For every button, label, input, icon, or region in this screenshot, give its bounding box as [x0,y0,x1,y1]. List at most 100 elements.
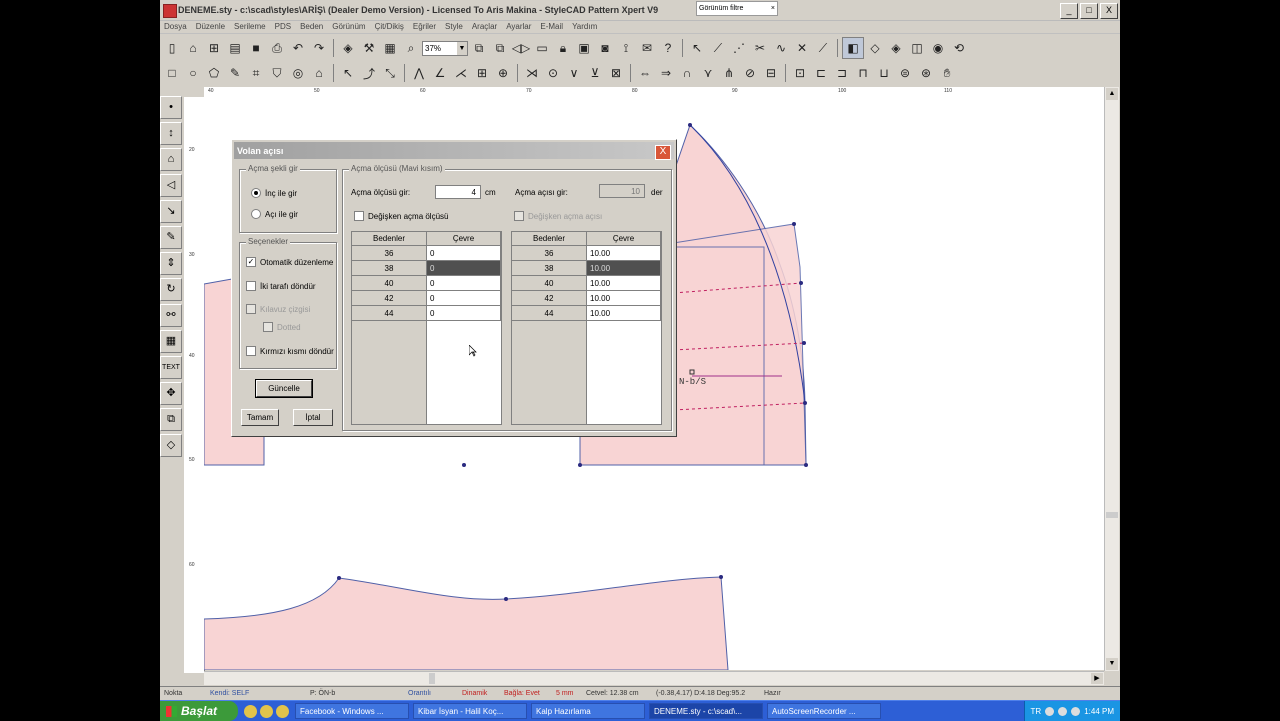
line-cut-icon[interactable]: ✂ [750,38,770,58]
measure-piece-icon[interactable]: ⊜ [895,63,915,83]
scroll-right-icon[interactable]: ▶ [1091,673,1103,684]
add-point-icon[interactable]: ⋎ [698,63,718,83]
task-music[interactable]: Kibar İsyan - Halil Koç... [413,703,527,719]
menu-duzenle[interactable]: Düzenle [196,22,225,31]
radio-angle-indicator[interactable] [251,209,261,219]
open-multi-icon[interactable]: ⊞ [204,38,224,58]
checkbox-variable-measure[interactable]: Değişken açma ölçüsü [354,211,448,221]
page-icon[interactable]: ▭ [532,38,552,58]
arrow-select-icon[interactable]: ↖ [338,63,358,83]
scroll-down-icon[interactable]: ▼ [1106,658,1118,670]
media-icon[interactable] [276,704,289,718]
select-icon[interactable]: ↖ [687,38,707,58]
minimize-button[interactable]: _ [1060,3,1078,19]
notch-icon[interactable]: ⋌ [451,63,471,83]
ok-button[interactable]: Tamam [241,409,279,426]
clear-filter-icon[interactable]: × [771,2,775,15]
dialog-title-bar[interactable]: Volan açısı X [234,142,674,160]
scroll-thumb[interactable] [429,673,435,684]
save-all-icon[interactable]: ▤ [225,38,245,58]
menu-yardim[interactable]: Yardım [572,22,597,31]
table-cell-value[interactable]: 0 [427,276,501,291]
hand-icon[interactable]: ✋︎ [937,63,957,83]
text-tool-icon[interactable]: ⌂ [160,148,182,171]
fold-line-icon[interactable]: ∩ [677,63,697,83]
menu-egriler[interactable]: Eğriler [413,22,436,31]
measure-icon[interactable]: ◈ [338,38,358,58]
chevron-down-icon[interactable]: ▼ [457,41,467,55]
connect-icon[interactable]: ⟟ [616,38,636,58]
join-icon[interactable]: ⊔ [874,63,894,83]
image-icon[interactable]: ▣ [574,38,594,58]
table-cell-value[interactable]: 10.00 [587,276,661,291]
table-cell-value[interactable]: 0 [427,246,501,261]
table-cell-value[interactable]: 10.00 [587,261,661,276]
checkbox-auto-edit[interactable]: ✓ Otomatik düzenleme [246,257,333,267]
spiral-icon[interactable]: ◎ [288,63,308,83]
pleat-icon[interactable]: ⇔ [635,63,655,83]
grid-icon[interactable]: ▦ [380,38,400,58]
table-cell-value[interactable]: 10.00 [587,246,661,261]
move-tool-icon[interactable]: ✥ [160,382,182,405]
pivot-icon[interactable]: ⊡ [790,63,810,83]
text-tool-button[interactable]: TEXT [160,356,182,379]
angle-icon[interactable]: ∠ [430,63,450,83]
line-curve-icon[interactable]: ∿ [771,38,791,58]
mirror-icon[interactable]: ◁▷ [511,38,531,58]
slash-icon[interactable]: ⊘ [740,63,760,83]
rotate-icon[interactable]: ⊐ [832,63,852,83]
line-cross-icon[interactable]: ✕ [792,38,812,58]
line-angle-icon[interactable]: ⟋ [708,38,728,58]
piece-cut-icon[interactable]: ◉ [928,38,948,58]
menu-pds[interactable]: PDS [275,22,291,31]
radio-inch-indicator[interactable] [251,188,261,198]
network-icon[interactable] [1058,706,1068,716]
copy-tool-icon[interactable]: ⧉ [160,408,182,431]
language-indicator[interactable]: TR [1031,707,1042,716]
curve-edit-icon[interactable]: ⤴ [359,63,379,83]
grid-tool-icon[interactable]: ▦ [160,330,182,353]
hammer-icon[interactable]: ⚒ [359,38,379,58]
shape-tool-icon[interactable]: ◁ [160,174,182,197]
shirt-icon[interactable]: ⛉ [267,63,287,83]
radio-inch[interactable]: İnç ile gir [251,188,297,198]
table-cell-value[interactable]: 0 [427,306,501,321]
piece-split-icon[interactable]: ◫ [907,38,927,58]
piece-flip-icon[interactable]: ⟲ [949,38,969,58]
stitch-icon[interactable]: ⋊ [522,63,542,83]
measure-tool-icon[interactable]: ⇕ [160,252,182,275]
menu-style[interactable]: Style [445,22,463,31]
checkbox-box[interactable] [246,346,256,356]
check-icon[interactable]: ✓ [246,257,256,267]
zoom-icon[interactable]: ⌕ [401,38,421,58]
checkbox-rotate-both[interactable]: İki tarafı döndür [246,281,316,291]
redo-icon[interactable]: ↷ [309,38,329,58]
line-end-icon[interactable]: ⟋ [813,38,833,58]
table-cell-value[interactable]: 0 [427,261,501,276]
spread-icon[interactable]: ⊟ [761,63,781,83]
dart-icon[interactable]: ∨ [564,63,584,83]
pen-icon[interactable]: ✎ [225,63,245,83]
piece-icon[interactable]: ◇ [865,38,885,58]
mail-icon[interactable]: ✉ [637,38,657,58]
checkbox-box[interactable] [246,281,256,291]
task-stylecad[interactable]: DENEME.sty - c:\scad\... [649,703,763,719]
line-tool-icon[interactable]: ↕ [160,122,182,145]
menu-email[interactable]: E-Mail [540,22,563,31]
cancel-button[interactable]: İptal [293,409,333,426]
close-button[interactable]: X [1100,3,1118,19]
flare-icon[interactable]: ⊛ [916,63,936,83]
angle-table[interactable]: Bedenler Çevre 36 10.00 38 10.00 40 10.0… [511,231,662,425]
trace-icon[interactable]: ⌗ [246,63,266,83]
browser-icon[interactable] [244,704,257,718]
dialog-close-button[interactable]: X [655,145,671,160]
link-tool-icon[interactable]: ⚯ [160,304,182,327]
rect-icon[interactable]: □ [162,63,182,83]
save-icon[interactable]: ■ [246,38,266,58]
view-filter-input[interactable]: Görünüm filtre × [696,1,778,16]
table-cell-value[interactable]: 0 [427,291,501,306]
copy-right-icon[interactable]: ⧉ [490,38,510,58]
seam-icon[interactable]: ⇒ [656,63,676,83]
vertical-scrollbar[interactable]: ▲ ▼ [1104,87,1119,671]
volume-icon[interactable] [1071,706,1081,716]
